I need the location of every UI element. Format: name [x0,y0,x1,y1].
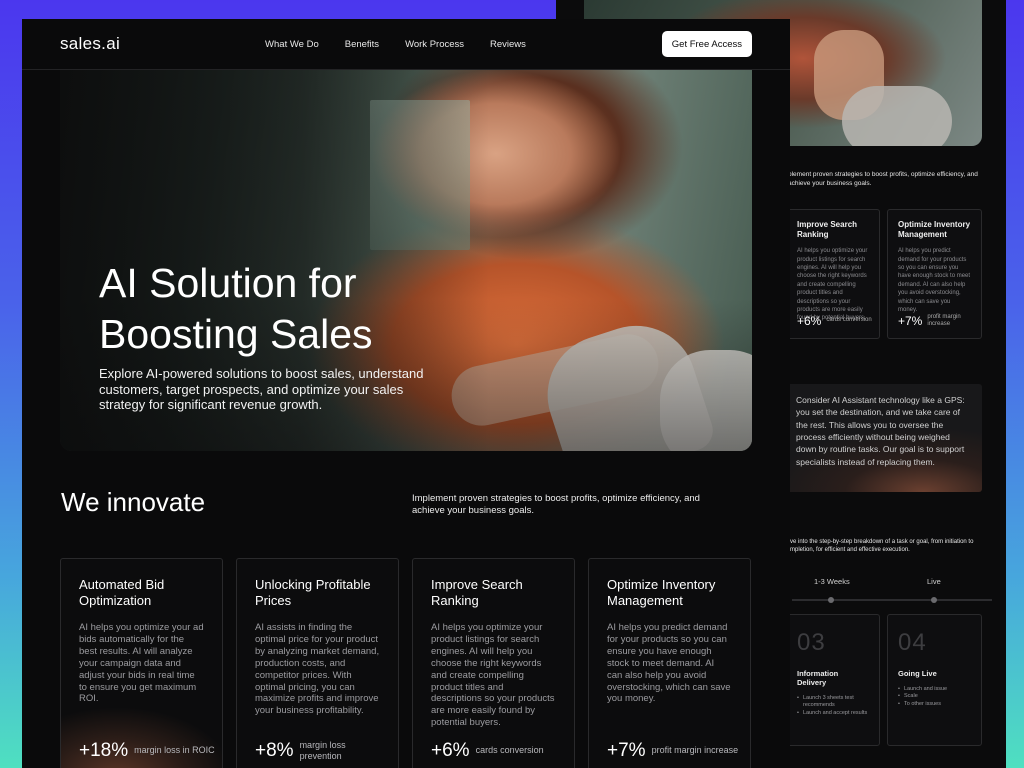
back-card-stat: +6% cards conversion [797,314,876,328]
step-list-item: Launch 3 sheets test recommends [797,695,869,710]
hero-title: AI Solution for Boosting Sales [99,260,373,358]
feature-card-body: AI helps you optimize your product listi… [431,622,555,729]
step-number: 04 [898,629,927,656]
step-list-item: Launch and issue [898,686,971,694]
back-card-stat: +7% profit margin increase [898,314,977,328]
hero-description: Explore AI-powered solutions to boost sa… [99,366,424,413]
stat-value: +7% [607,740,646,761]
feature-card-title: Unlocking Profitable Prices [255,577,371,608]
nav-link-work-process[interactable]: Work Process [405,39,464,50]
feature-card-stat: +7% profit margin increase [607,740,742,762]
timeline-dot [931,597,937,603]
top-navbar: sales.ai What We Do Benefits Work Proces… [22,19,790,70]
timeline-label-live: Live [927,577,941,586]
photo-pillow-shape [842,86,952,146]
step-title: Information Delivery [797,669,839,687]
back-card-title: Optimize Inventory Management [898,220,971,239]
back-quote-text: Consider AI Assistant technology like a … [796,395,965,467]
back-process-intro: ve into the step-by-step breakdown of a … [790,539,974,554]
nav-link-what-we-do[interactable]: What We Do [265,39,319,50]
feature-card-body: AI helps you optimize your ad bids autom… [79,622,204,705]
feature-card-title: Automated Bid Optimization [79,577,165,608]
back-card-search-ranking: Improve Search Ranking AI helps you opti… [786,209,880,339]
step-list-item: To other issues [898,701,971,709]
stat-label: profit margin increase [651,745,739,756]
step-title: Going Live [898,669,937,678]
step-list: Launch and issue Scale To other issues [898,686,971,709]
back-card-stat-label: cards conversion [826,317,872,324]
step-list: Launch 3 sheets test recommends Launch a… [797,695,869,718]
hero-banner: AI Solution for Boosting Sales Explore A… [60,70,752,451]
feature-card-body: AI helps you predict demand for your pro… [607,622,731,705]
nav-links: What We Do Benefits Work Process Reviews [265,39,526,50]
stat-label: margin loss in ROIC [134,745,215,756]
step-list-item: Launch and accept results [797,710,869,718]
feature-card-stat: +18% margin loss in ROIC [79,740,222,762]
feature-card-stat: +8% margin loss prevention [255,740,390,763]
back-card-inventory: Optimize Inventory Management AI helps y… [887,209,982,339]
step-list-item: Scale [898,693,971,701]
feature-card-profitable-prices[interactable]: Unlocking Profitable Prices AI assists i… [236,558,399,768]
back-quote-card: Consider AI Assistant technology like a … [786,384,982,492]
timeline-line [792,599,992,601]
back-card-title: Improve Search Ranking [797,220,858,239]
feature-card-inventory-management[interactable]: Optimize Inventory Management AI helps y… [588,558,751,768]
feature-cards: Automated Bid Optimization AI helps you … [60,558,752,768]
back-card-stat-value: +7% [898,313,923,328]
get-free-access-button[interactable]: Get Free Access [661,31,752,57]
feature-card-body: AI assists in finding the optimal price … [255,622,380,717]
timeline-dot [828,597,834,603]
step-card-03: 03 Information Delivery Launch 3 sheets … [786,614,880,746]
stat-label: margin loss prevention [299,740,346,762]
back-card-stat-label: profit margin increase [927,313,961,327]
back-card-body: AI helps you predict demand for your pro… [898,248,971,313]
step-number: 03 [797,629,826,656]
timeline-label-weeks: 1-3 Weeks [814,577,850,586]
stat-value: +18% [79,740,129,761]
step-card-04: 04 Going Live Launch and issue Scale To … [887,614,982,746]
nav-link-reviews[interactable]: Reviews [490,39,526,50]
feature-card-search-ranking[interactable]: Improve Search Ranking AI helps you opti… [412,558,575,768]
brand-logo[interactable]: sales.ai [60,34,120,54]
nav-link-benefits[interactable]: Benefits [345,39,379,50]
stat-value: +6% [431,740,470,761]
feature-card-title: Improve Search Ranking [431,577,523,608]
feature-card-title: Optimize Inventory Management [607,577,716,608]
stat-value: +8% [255,740,294,762]
stat-label: cards conversion [475,745,544,756]
back-card-body: AI helps you optimize your product listi… [797,248,868,322]
back-subtitle: plement proven strategies to boost profi… [788,171,978,187]
main-page-frame: sales.ai What We Do Benefits Work Proces… [22,19,790,768]
section-subtitle: Implement proven strategies to boost pro… [412,493,700,517]
section-title: We innovate [61,487,206,517]
feature-card-bid-optimization[interactable]: Automated Bid Optimization AI helps you … [60,558,223,768]
feature-card-stat: +6% cards conversion [431,740,566,762]
back-card-stat-value: +6% [797,314,822,328]
